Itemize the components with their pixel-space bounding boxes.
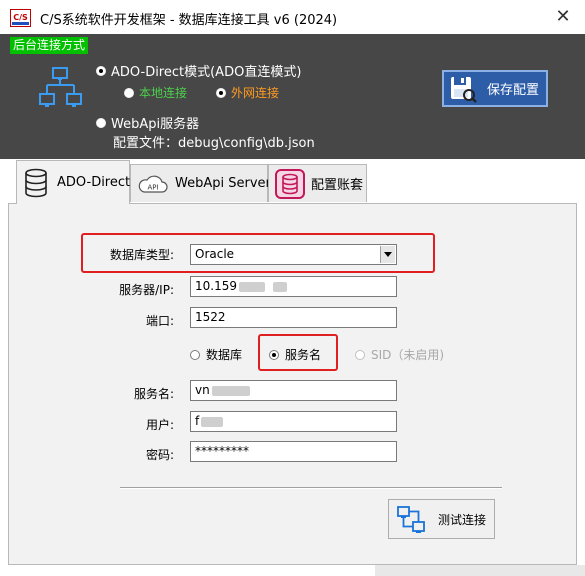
tab-account-config-label: 配置账套: [311, 178, 364, 193]
mode-service-name-radio-dot: [269, 349, 279, 360]
password-input[interactable]: *********: [190, 441, 397, 462]
divider: [120, 487, 502, 489]
redacted-mask: [239, 281, 265, 292]
network-icon: [39, 67, 82, 107]
server-label: 服务器/IP:: [119, 283, 174, 297]
external-connection-radio-dot: [216, 87, 226, 98]
mode-database-label: 数据库: [206, 348, 243, 362]
mode-sid-radio: SID（未启用): [355, 346, 444, 363]
tab-webapi-server-label: WebApi Server: [175, 176, 271, 191]
save-icon: [451, 76, 477, 103]
ado-direct-label: ADO-Direct模式(ADO直连模式): [111, 65, 302, 80]
save-config-label: 保存配置: [487, 83, 540, 98]
mode-label: 后台连接方式: [10, 37, 89, 54]
redacted-mask: [201, 416, 224, 427]
test-connection-label: 测试连接: [438, 512, 487, 527]
database-icon: [25, 168, 47, 197]
mode-service-name-radio[interactable]: 服务名: [269, 346, 321, 363]
config-file-path: 配置文件：debug\config\db.json: [113, 136, 315, 151]
local-connection-radio[interactable]: 本地连接: [124, 84, 187, 101]
user-input[interactable]: f: [190, 411, 397, 432]
mode-service-name-label: 服务名: [285, 348, 322, 362]
database-pink-icon: [275, 168, 305, 199]
save-config-button[interactable]: 保存配置: [442, 70, 548, 107]
window-title: C/S系统软件开发框架 - 数据库连接工具 v6 (2024): [40, 13, 338, 28]
service-name-value: vn: [195, 383, 210, 397]
password-label: 密码:: [145, 448, 174, 462]
webapi-server-radio[interactable]: WebApi服务器: [96, 113, 199, 132]
tab-account-config[interactable]: 配置账套: [268, 164, 367, 202]
tab-webapi-server[interactable]: API WebApi Server: [130, 164, 271, 202]
password-value: *********: [195, 444, 249, 458]
ado-direct-radio-dot: [96, 65, 106, 76]
close-button[interactable]: ✕: [548, 4, 578, 30]
svg-text:API: API: [147, 183, 158, 191]
chevron-down-icon[interactable]: [380, 246, 395, 263]
mode-database-radio-dot: [190, 349, 200, 360]
mode-sid-radio-dot: [355, 349, 365, 360]
external-connection-radio[interactable]: 外网连接: [216, 84, 279, 101]
service-name-label: 服务名:: [133, 387, 174, 401]
close-icon: ✕: [555, 6, 571, 27]
app-icon: C/S: [10, 9, 31, 27]
db-type-select[interactable]: Oracle: [190, 244, 397, 265]
cloud-api-icon: API: [138, 175, 168, 193]
local-connection-label: 本地连接: [139, 86, 188, 100]
tab-ado-direct-label: ADO-Direct: [57, 175, 131, 190]
external-connection-label: 外网连接: [231, 86, 280, 100]
ado-direct-radio[interactable]: ADO-Direct模式(ADO直连模式): [96, 61, 301, 80]
redacted-mask: [211, 385, 250, 396]
redacted-mask: [273, 281, 287, 292]
mode-sid-label: SID（未启用): [371, 348, 445, 362]
mode-database-radio[interactable]: 数据库: [190, 346, 242, 363]
user-label: 用户:: [145, 418, 174, 432]
service-name-input[interactable]: vn: [190, 380, 397, 401]
window-bottom-edge: [375, 565, 585, 576]
db-type-label: 数据库类型:: [109, 248, 174, 262]
port-value: 1522: [195, 310, 226, 324]
server-value: 10.159: [195, 279, 237, 293]
user-value: f: [195, 414, 200, 428]
webapi-server-radio-dot: [96, 117, 106, 128]
port-input[interactable]: 1522: [190, 307, 397, 328]
webapi-server-label: WebApi服务器: [111, 117, 200, 132]
network-connection-icon: [397, 506, 425, 533]
server-input[interactable]: 10.159: [190, 276, 397, 297]
test-connection-button[interactable]: 测试连接: [388, 499, 495, 539]
local-connection-radio-dot: [124, 87, 134, 98]
tab-ado-direct[interactable]: ADO-Direct: [16, 160, 130, 204]
db-type-value: Oracle: [195, 247, 235, 261]
port-label: 端口:: [145, 314, 174, 328]
